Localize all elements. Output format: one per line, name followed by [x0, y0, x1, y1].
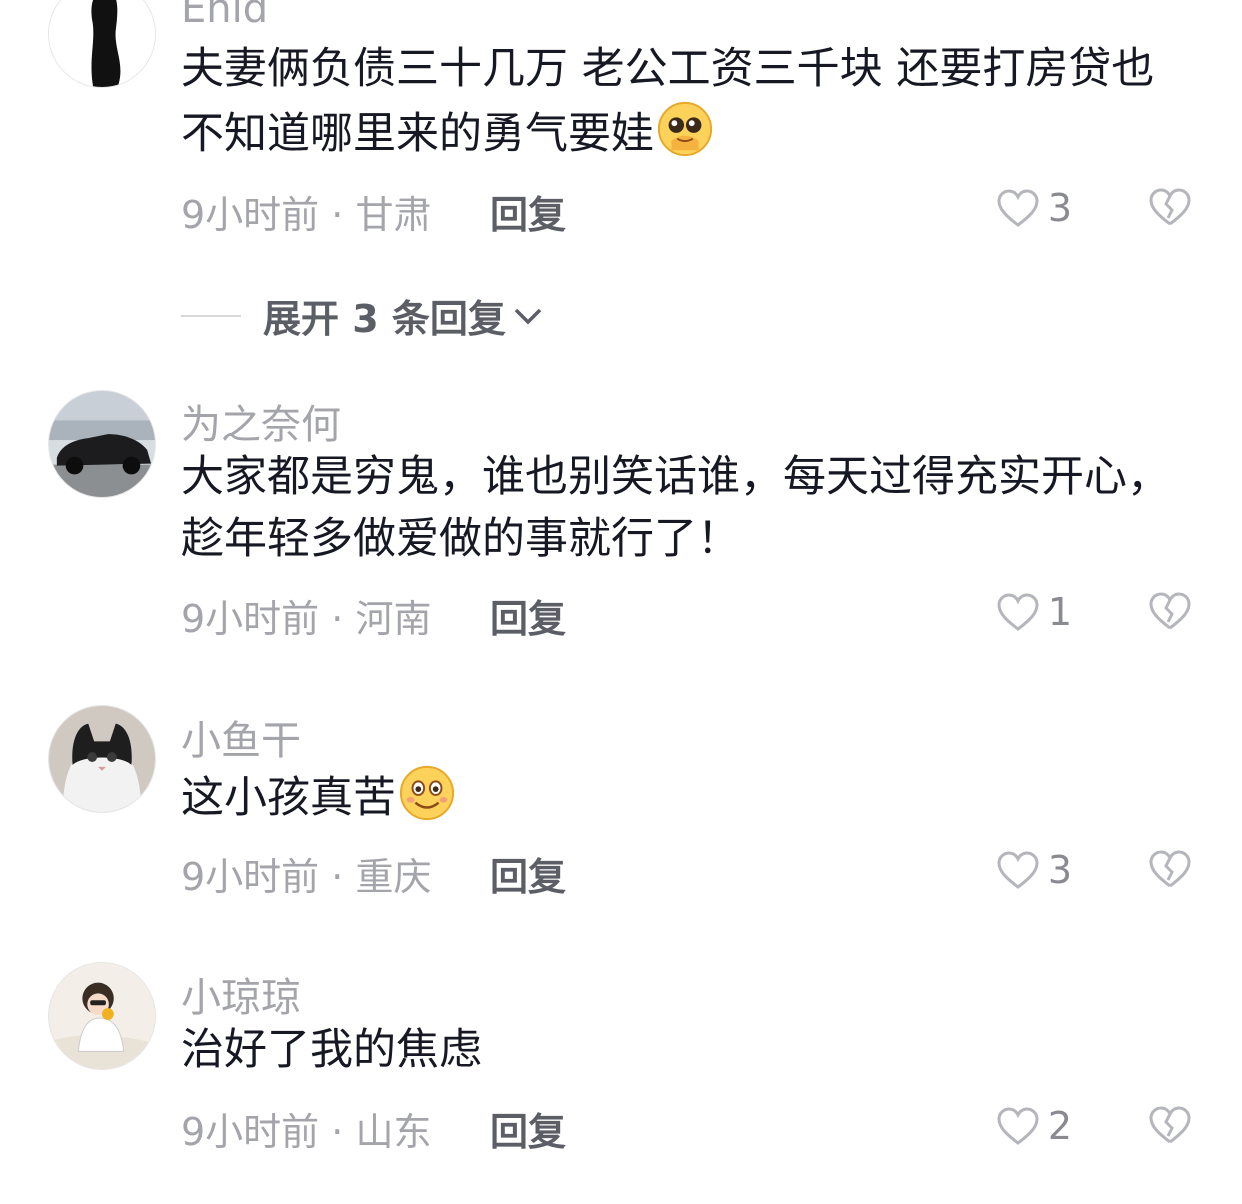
comment-time: 9小时前	[181, 193, 320, 237]
comment-time: 9小时前	[181, 1110, 320, 1154]
reply-button[interactable]: 回复	[490, 1101, 566, 1156]
comment-meta: 9小时前 · 重庆	[181, 855, 432, 899]
avatar[interactable]	[48, 962, 156, 1070]
reply-button[interactable]: 回复	[490, 588, 566, 643]
comment-text-content: 大家都是穷鬼，谁也别笑话谁，每天过得充实开心，趁年轻多做爱做的事就行了！	[181, 452, 1170, 564]
username[interactable]: 为之奈何	[181, 392, 341, 450]
heart-outline-icon	[997, 1107, 1039, 1145]
smiling-face-emoji	[398, 764, 456, 822]
heart-outline-icon	[997, 593, 1039, 631]
comment-text: 大家都是穷鬼，谁也别笑话谁，每天过得充实开心，趁年轻多做爱做的事就行了！	[181, 446, 1171, 570]
comment-time: 9小时前	[181, 597, 320, 641]
like-count: 2	[1047, 1104, 1072, 1148]
username[interactable]: 小鱼干	[181, 708, 301, 766]
comment-meta: 9小时前 · 甘肃	[181, 193, 432, 237]
chevron-down-icon	[514, 308, 542, 324]
broken-heart-icon[interactable]	[1148, 186, 1192, 228]
heart-outline-icon	[997, 851, 1039, 889]
comment-location: 山东	[355, 1110, 432, 1154]
heart-outline-icon	[997, 189, 1039, 227]
expand-replies-label: 展开 3 条回复	[263, 297, 506, 341]
comment-location: 河南	[355, 597, 432, 641]
pleading-face-emoji	[656, 100, 714, 158]
reply-button[interactable]: 回复	[490, 846, 566, 901]
divider	[181, 314, 241, 317]
comment-time: 9小时前	[181, 855, 320, 899]
comment-location: 重庆	[355, 855, 432, 899]
comment-text-content: 治好了我的焦虑	[181, 1025, 482, 1075]
comment-location: 甘肃	[355, 193, 432, 237]
comment-text: 这小孩真苦	[181, 764, 1171, 829]
reply-button[interactable]: 回复	[490, 184, 566, 239]
like-count: 1	[1047, 590, 1072, 634]
like-button[interactable]: 1	[996, 590, 1072, 634]
like-button[interactable]: 2	[996, 1104, 1072, 1148]
comment-text-content: 这小孩真苦	[181, 773, 396, 823]
username[interactable]: 小琼琼	[181, 965, 301, 1023]
comment-meta: 9小时前 · 山东	[181, 1110, 432, 1154]
comment-text: 夫妻俩负债三十几万 老公工资三千块 还要打房贷也不知道哪里来的勇气要娃	[181, 38, 1171, 165]
broken-heart-icon[interactable]	[1148, 848, 1192, 890]
broken-heart-icon[interactable]	[1148, 590, 1192, 632]
broken-heart-icon[interactable]	[1148, 1104, 1192, 1146]
like-button[interactable]: 3	[996, 186, 1072, 230]
avatar[interactable]	[48, 390, 156, 498]
like-count: 3	[1047, 186, 1072, 230]
comment-meta: 9小时前 · 河南	[181, 597, 432, 641]
username[interactable]: Enid	[181, 0, 268, 32]
like-button[interactable]: 3	[996, 848, 1072, 892]
like-count: 3	[1047, 848, 1072, 892]
comment-text: 治好了我的焦虑	[181, 1019, 1171, 1081]
expand-replies-button[interactable]: 展开 3 条回复	[181, 288, 544, 343]
avatar[interactable]	[48, 0, 156, 88]
avatar[interactable]	[48, 705, 156, 813]
